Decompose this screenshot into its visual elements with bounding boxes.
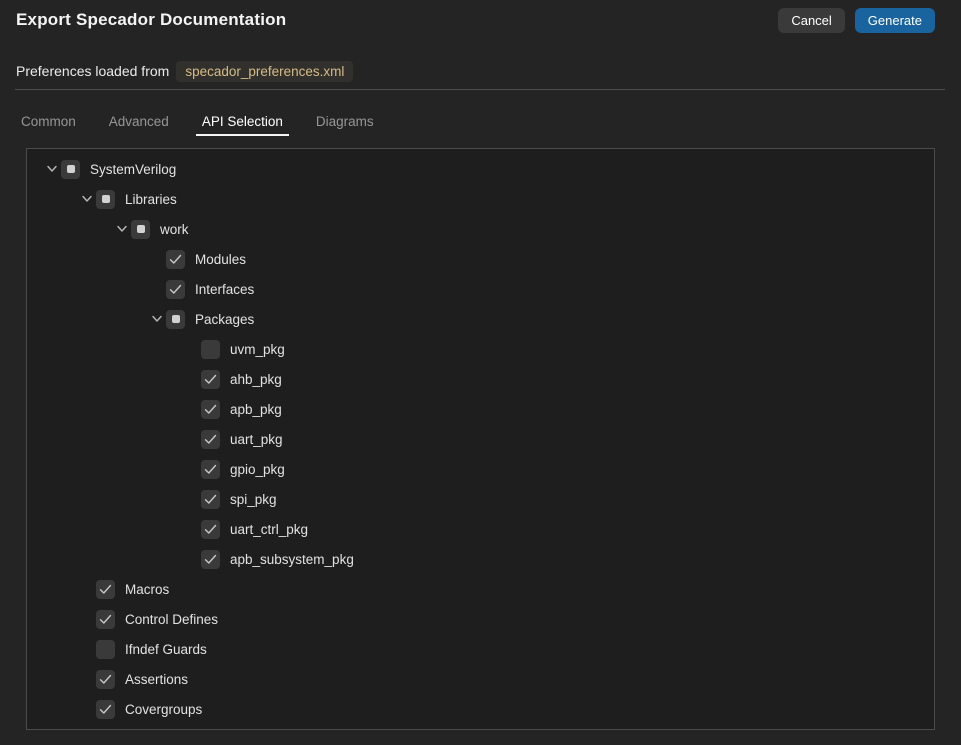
generate-button[interactable]: Generate bbox=[855, 8, 935, 33]
chevron-down-icon[interactable] bbox=[79, 191, 95, 207]
tree-row-modules[interactable]: Modules bbox=[27, 244, 934, 274]
tree-row-libraries[interactable]: Libraries bbox=[27, 184, 934, 214]
checkbox-checked[interactable] bbox=[96, 670, 115, 689]
preferences-filename-chip: specador_preferences.xml bbox=[176, 61, 353, 82]
expander-spacer bbox=[79, 641, 95, 657]
tree-item-label: apb_pkg bbox=[230, 402, 282, 417]
tree-row-control-defines[interactable]: Control Defines bbox=[27, 604, 934, 634]
expander-spacer bbox=[79, 671, 95, 687]
export-dialog: { "header": { "title": "Export Specador … bbox=[0, 0, 961, 745]
tree-row-spi-pkg[interactable]: spi_pkg bbox=[27, 484, 934, 514]
tree-item-label: apb_subsystem_pkg bbox=[230, 552, 354, 567]
header-actions: Cancel Generate bbox=[778, 8, 935, 33]
tab-advanced[interactable]: Advanced bbox=[103, 110, 175, 134]
checkbox-unchecked[interactable] bbox=[201, 340, 220, 359]
chevron-down-icon[interactable] bbox=[44, 161, 60, 177]
tree-item-label: uart_pkg bbox=[230, 432, 283, 447]
preferences-loaded-text: Preferences loaded from bbox=[16, 63, 169, 79]
tree-item-label: Control Defines bbox=[125, 612, 218, 627]
tree-item-label: Libraries bbox=[125, 192, 177, 207]
tree-row-assertions[interactable]: Assertions bbox=[27, 664, 934, 694]
expander-spacer bbox=[184, 401, 200, 417]
tree-item-label: ahb_pkg bbox=[230, 372, 282, 387]
partial-square-icon bbox=[67, 165, 75, 173]
checkbox-checked[interactable] bbox=[201, 430, 220, 449]
tree-row-apb-subsystem-pkg[interactable]: apb_subsystem_pkg bbox=[27, 544, 934, 574]
checkbox-partial[interactable] bbox=[131, 220, 150, 239]
expander-spacer bbox=[184, 461, 200, 477]
tree-row-work[interactable]: work bbox=[27, 214, 934, 244]
expander-spacer bbox=[149, 281, 165, 297]
expander-spacer bbox=[184, 551, 200, 567]
tree-item-label: Modules bbox=[195, 252, 246, 267]
chevron-down-icon[interactable] bbox=[149, 311, 165, 327]
checkbox-checked[interactable] bbox=[201, 520, 220, 539]
tree-item-label: SystemVerilog bbox=[90, 162, 176, 177]
partial-square-icon bbox=[172, 315, 180, 323]
tree-item-label: gpio_pkg bbox=[230, 462, 285, 477]
partial-square-icon bbox=[137, 225, 145, 233]
tree-row-interfaces[interactable]: Interfaces bbox=[27, 274, 934, 304]
tree-row-ahb-pkg[interactable]: ahb_pkg bbox=[27, 364, 934, 394]
page-title: Export Specador Documentation bbox=[16, 10, 286, 30]
tree-row-uart-ctrl-pkg[interactable]: uart_ctrl_pkg bbox=[27, 514, 934, 544]
checkbox-checked[interactable] bbox=[166, 250, 185, 269]
chevron-down-icon[interactable] bbox=[114, 221, 130, 237]
checkbox-partial[interactable] bbox=[166, 310, 185, 329]
checkbox-unchecked[interactable] bbox=[96, 640, 115, 659]
expander-spacer bbox=[184, 371, 200, 387]
checkbox-checked[interactable] bbox=[201, 460, 220, 479]
expander-spacer bbox=[184, 431, 200, 447]
checkbox-checked[interactable] bbox=[201, 490, 220, 509]
tree-row-uart-pkg[interactable]: uart_pkg bbox=[27, 424, 934, 454]
api-selection-tree: SystemVerilog Libraries work Modules Int… bbox=[26, 148, 935, 730]
tab-api-selection[interactable]: API Selection bbox=[196, 110, 289, 134]
expander-spacer bbox=[184, 521, 200, 537]
tree-item-label: uart_ctrl_pkg bbox=[230, 522, 308, 537]
checkbox-checked[interactable] bbox=[96, 700, 115, 719]
tree-row-uvm-pkg[interactable]: uvm_pkg bbox=[27, 334, 934, 364]
checkbox-partial[interactable] bbox=[96, 190, 115, 209]
tree-item-label: Packages bbox=[195, 312, 254, 327]
tree-row-systemverilog[interactable]: SystemVerilog bbox=[27, 154, 934, 184]
tree-item-label: Covergroups bbox=[125, 702, 202, 717]
tree-row-ifndef-guards[interactable]: Ifndef Guards bbox=[27, 634, 934, 664]
tab-common[interactable]: Common bbox=[15, 110, 82, 134]
expander-spacer bbox=[79, 611, 95, 627]
tree-row-apb-pkg[interactable]: apb_pkg bbox=[27, 394, 934, 424]
checkbox-checked[interactable] bbox=[201, 550, 220, 569]
expander-spacer bbox=[149, 251, 165, 267]
tree-item-label: spi_pkg bbox=[230, 492, 277, 507]
tree-row-packages[interactable]: Packages bbox=[27, 304, 934, 334]
checkbox-checked[interactable] bbox=[166, 280, 185, 299]
expander-spacer bbox=[184, 341, 200, 357]
expander-spacer bbox=[79, 581, 95, 597]
tab-diagrams[interactable]: Diagrams bbox=[310, 110, 380, 134]
header-separator bbox=[15, 89, 945, 90]
tree-item-label: Interfaces bbox=[195, 282, 254, 297]
tree-row-covergroups[interactable]: Covergroups bbox=[27, 694, 934, 724]
cancel-button[interactable]: Cancel bbox=[778, 8, 844, 33]
tree-item-label: uvm_pkg bbox=[230, 342, 285, 357]
tree-item-label: work bbox=[160, 222, 189, 237]
tree-row-macros[interactable]: Macros bbox=[27, 574, 934, 604]
partial-square-icon bbox=[102, 195, 110, 203]
preferences-loaded-line: Preferences loaded from specador_prefere… bbox=[16, 59, 353, 83]
tab-bar: Common Advanced API Selection Diagrams bbox=[15, 110, 401, 134]
tree-item-label: Assertions bbox=[125, 672, 188, 687]
expander-spacer bbox=[184, 491, 200, 507]
tree-item-label: Ifndef Guards bbox=[125, 642, 207, 657]
tree-item-label: Macros bbox=[125, 582, 169, 597]
checkbox-checked[interactable] bbox=[201, 400, 220, 419]
checkbox-checked[interactable] bbox=[96, 580, 115, 599]
checkbox-checked[interactable] bbox=[201, 370, 220, 389]
checkbox-partial[interactable] bbox=[61, 160, 80, 179]
tree-row-gpio-pkg[interactable]: gpio_pkg bbox=[27, 454, 934, 484]
checkbox-checked[interactable] bbox=[96, 610, 115, 629]
expander-spacer bbox=[79, 701, 95, 717]
